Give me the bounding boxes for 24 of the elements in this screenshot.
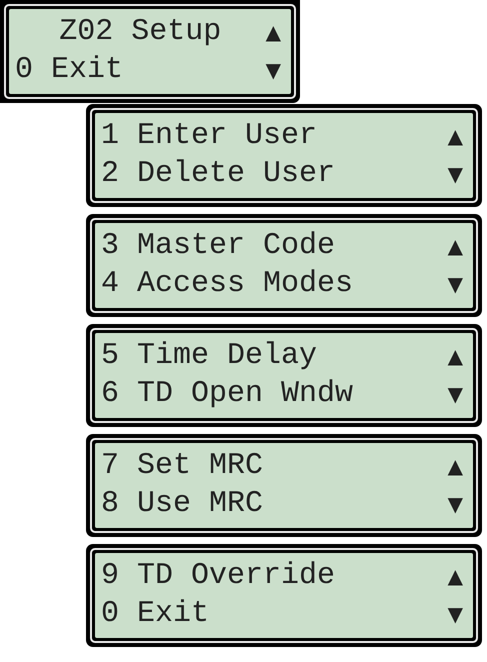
scroll-down-arrow: ▼ (448, 161, 463, 188)
menu-option[interactable]: 9 TD Override (101, 558, 336, 594)
menu-option[interactable]: 0 Exit (15, 52, 124, 88)
menu-option[interactable]: 4 Access Modes (101, 266, 354, 302)
menu-option[interactable]: 3 Master Code (101, 228, 336, 264)
scroll-down-arrow: ▼ (448, 271, 463, 298)
menu-option[interactable]: 0 Exit (101, 596, 210, 632)
scroll-down-arrow: ▼ (448, 491, 463, 518)
scroll-up-arrow: ▲ (266, 19, 281, 46)
scroll-up-arrow: ▲ (448, 233, 463, 260)
scroll-down-arrow: ▼ (448, 381, 463, 408)
menu-option[interactable]: 8 Use MRC (101, 486, 264, 522)
scroll-up-arrow: ▲ (448, 343, 463, 370)
scroll-up-arrow: ▲ (448, 123, 463, 150)
menu-option[interactable]: 1 Enter User (101, 118, 318, 154)
menu-option[interactable]: 5 Time Delay (101, 338, 318, 374)
screen-title: Z02 Setup (58, 14, 222, 50)
menu-option[interactable]: 6 TD Open Wndw (101, 376, 354, 412)
menu-option[interactable]: 7 Set MRC (101, 448, 264, 484)
scroll-up-arrow: ▲ (448, 563, 463, 590)
menu-option[interactable]: 2 Delete User (101, 156, 336, 192)
scroll-down-arrow: ▼ (448, 601, 463, 628)
scroll-down-arrow: ▼ (266, 57, 281, 84)
scroll-up-arrow: ▲ (448, 453, 463, 480)
